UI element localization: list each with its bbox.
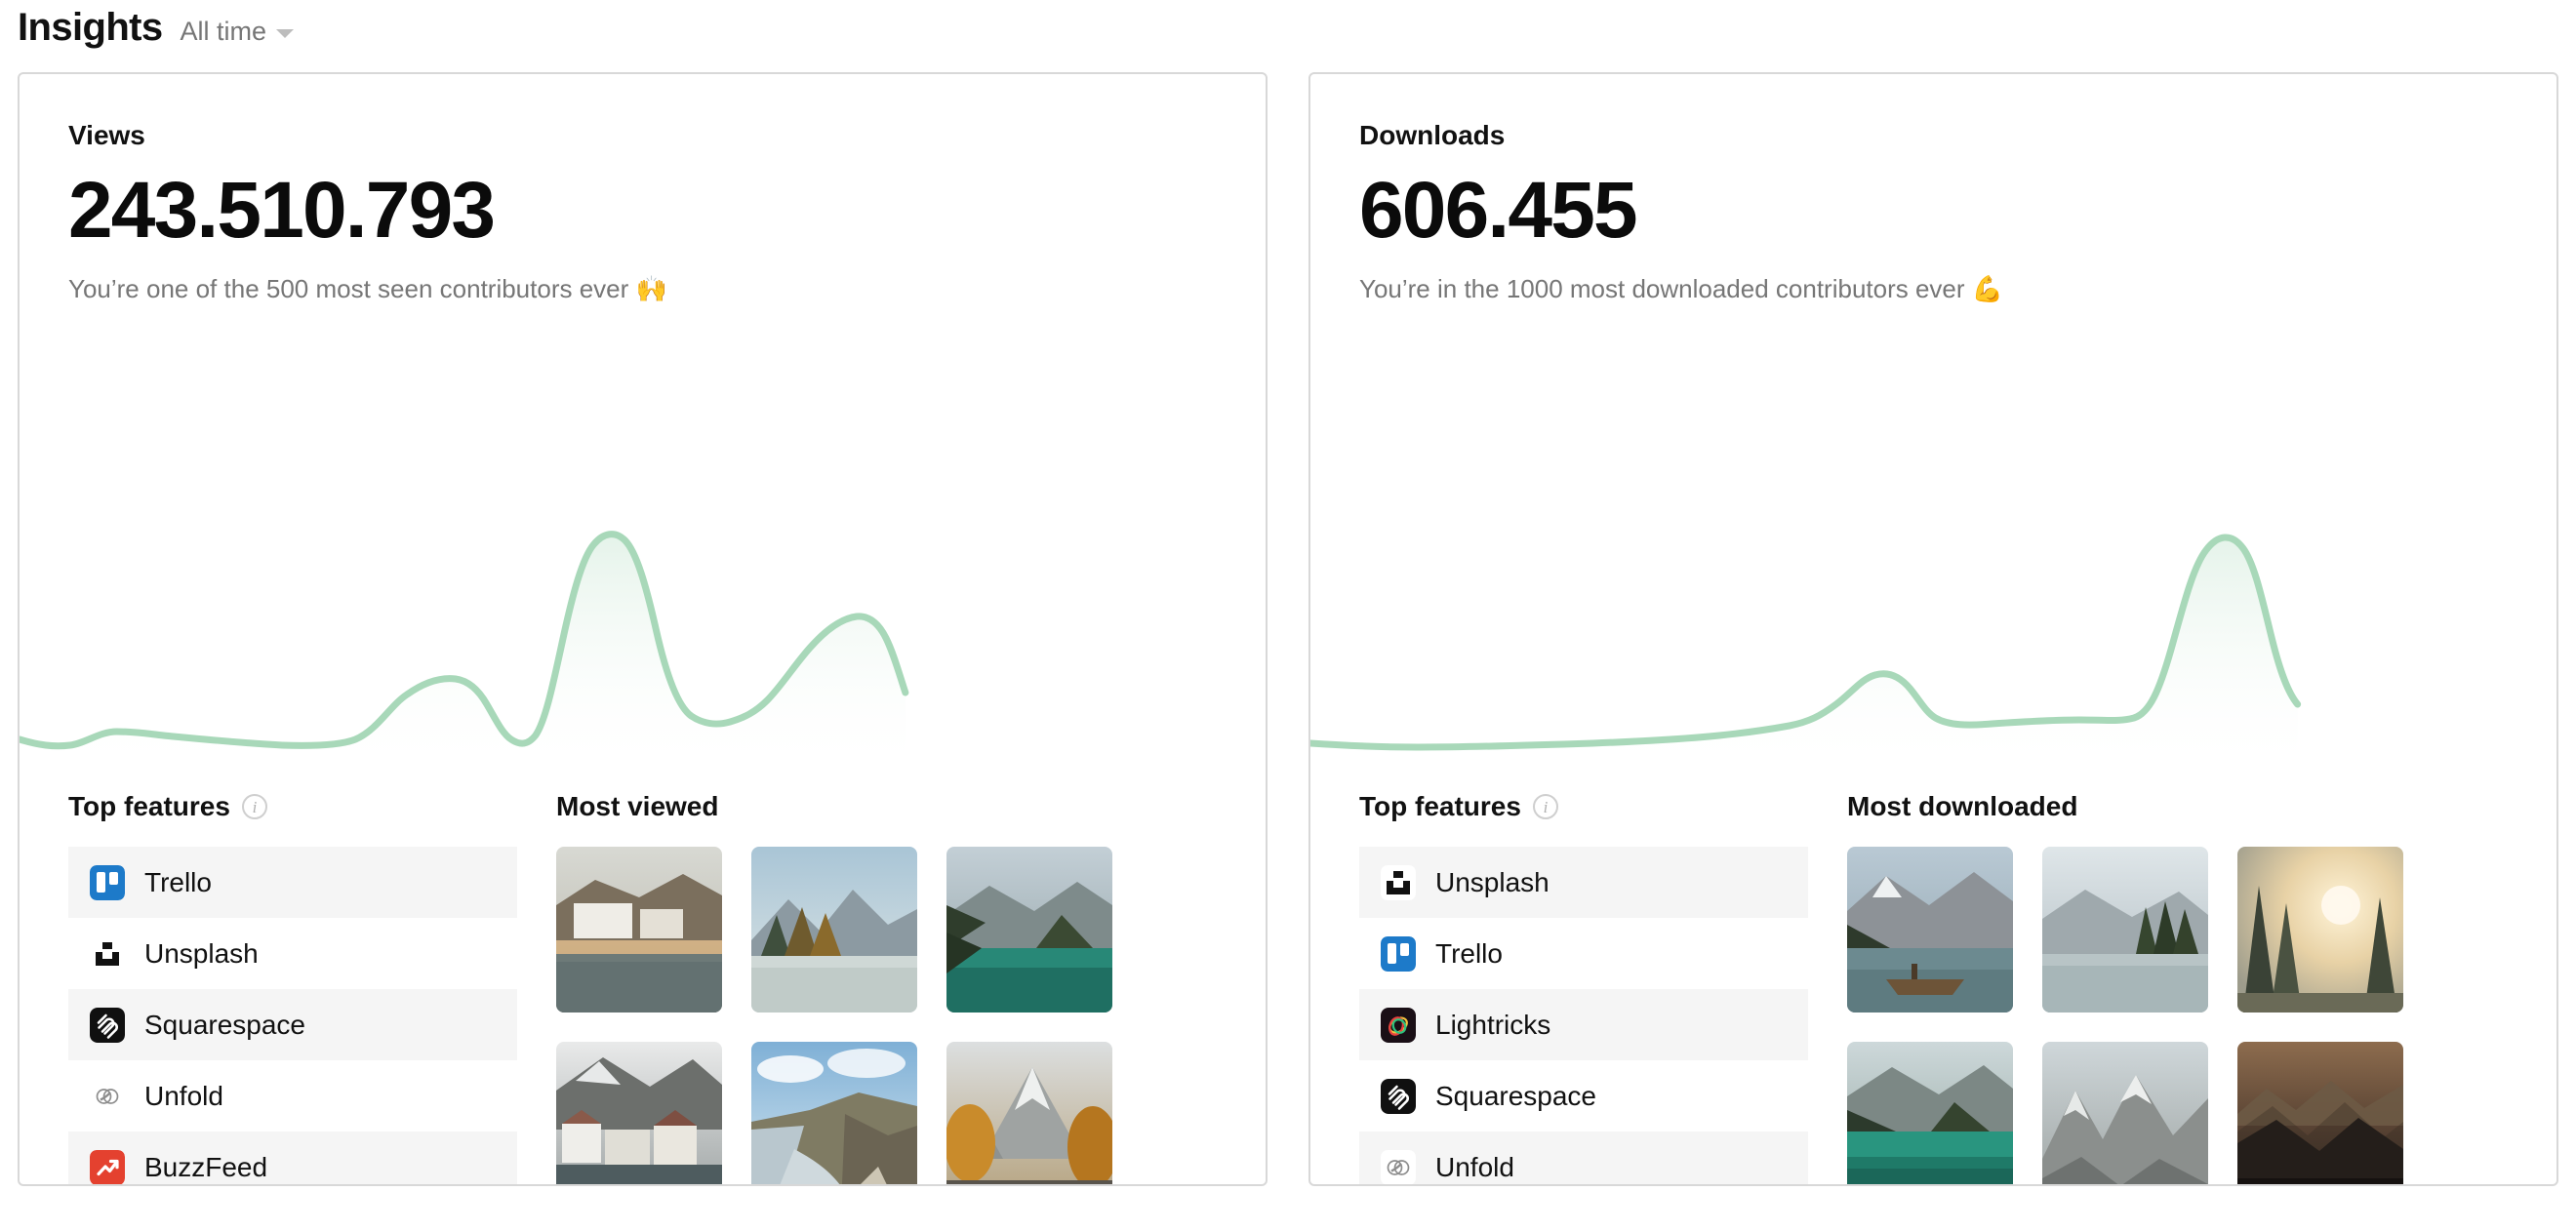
- views-card-columns: Top features i Trello Unsplash Squarespa…: [20, 784, 1266, 1184]
- metric-subtitle: You’re in the 1000 most downloaded contr…: [1359, 274, 2004, 304]
- views-card-header: Views 243.510.793 You’re one of the 500 …: [20, 74, 1266, 304]
- views-area-fill: [20, 534, 906, 767]
- sunrise-through-pines-thumbnail[interactable]: [2237, 847, 2403, 1013]
- downloads-card-header: Downloads 606.455 You’re in the 1000 mos…: [1310, 74, 2556, 304]
- lightricks-icon: [1381, 1007, 1416, 1043]
- feature-name: Unsplash: [1435, 866, 1550, 897]
- lakeside-village-autumn-thumbnail[interactable]: [556, 847, 722, 1013]
- feature-row[interactable]: Trello: [68, 847, 517, 918]
- feature-row[interactable]: Unsplash: [1359, 847, 1808, 918]
- views-card: Views 243.510.793 You’re one of the 500 …: [18, 72, 1268, 1186]
- chevron-down-icon: [276, 29, 295, 38]
- metric-label: Views: [68, 120, 145, 150]
- media-grid: [1847, 847, 2508, 1184]
- boat-on-mountain-lake-thumbnail[interactable]: [1847, 847, 2013, 1013]
- feature-row[interactable]: Unsplash: [68, 918, 517, 989]
- downloads-area-fill: [1310, 536, 2298, 767]
- views-sparkline-chart: [20, 484, 1266, 767]
- feature-row[interactable]: Lightricks: [1359, 989, 1808, 1060]
- most-viewed-heading: Most viewed: [556, 784, 1217, 829]
- rocky-peak-ridge-thumbnail[interactable]: [2042, 1042, 2208, 1184]
- media-grid: [556, 847, 1217, 1184]
- time-range-label: All time: [180, 17, 267, 46]
- feature-name: Squarespace: [144, 1009, 306, 1040]
- squarespace-icon: [1381, 1078, 1416, 1114]
- views-top-features: Top features i Trello Unsplash Squarespa…: [68, 784, 517, 1184]
- feature-name: Unfold: [1435, 1151, 1514, 1182]
- downloads-sparkline-chart: [1310, 484, 2556, 767]
- mountain-lake-pines-thumbnail[interactable]: [751, 847, 917, 1013]
- autumn-road-mountains-thumbnail[interactable]: [946, 1042, 1112, 1184]
- feature-list: Unsplash Trello Lightricks Squarespace U…: [1359, 847, 1808, 1184]
- unfold-icon: [90, 1078, 125, 1114]
- emerald-lake-forest-thumbnail[interactable]: [1847, 1042, 2013, 1184]
- time-range-dropdown[interactable]: All time: [181, 17, 295, 47]
- feature-row[interactable]: Squarespace: [68, 989, 517, 1060]
- unsplash-icon: [1381, 864, 1416, 900]
- turquoise-alpine-lake-thumbnail[interactable]: [946, 847, 1112, 1013]
- section-title: Top features: [68, 791, 230, 821]
- downloads-card: Downloads 606.455 You’re in the 1000 mos…: [1308, 72, 2558, 1186]
- metric-label: Downloads: [1359, 120, 1506, 150]
- metric-value: 606.455: [1359, 165, 1638, 255]
- views-line: [20, 531, 909, 750]
- metric-subtitle: You’re one of the 500 most seen contribu…: [68, 274, 667, 304]
- page-title: Insights: [18, 6, 163, 49]
- most-viewed-section: Most viewed: [556, 784, 1217, 1184]
- views-sparkline-svg: [20, 531, 909, 767]
- feature-row[interactable]: BuzzFeed: [68, 1132, 517, 1184]
- feature-name: BuzzFeed: [144, 1151, 268, 1182]
- feature-list: Trello Unsplash Squarespace Unfold BuzzF…: [68, 847, 517, 1184]
- trello-icon: [1381, 935, 1416, 972]
- downloads-top-features: Top features i Unsplash Trello Lightrick…: [1359, 784, 1808, 1184]
- section-title: Most viewed: [556, 791, 719, 821]
- dark-mountain-range-thumbnail[interactable]: [2237, 1042, 2403, 1184]
- feature-row[interactable]: Trello: [1359, 918, 1808, 989]
- top-features-heading: Top features i: [68, 784, 517, 829]
- feature-name: Trello: [1435, 937, 1503, 969]
- trello-icon: [90, 864, 125, 900]
- downloads-card-columns: Top features i Unsplash Trello Lightrick…: [1310, 784, 2556, 1184]
- section-title: Most downloaded: [1847, 791, 2078, 821]
- rocky-coastline-waves-thumbnail[interactable]: [751, 1042, 917, 1184]
- misty-forest-lake-thumbnail[interactable]: [2042, 847, 2208, 1013]
- insight-cards: Views 243.510.793 You’re one of the 500 …: [0, 60, 2576, 1186]
- feature-name: Unsplash: [144, 937, 259, 969]
- feature-row[interactable]: Unfold: [1359, 1132, 1808, 1184]
- info-icon[interactable]: i: [241, 794, 267, 819]
- unfold-icon: [1381, 1149, 1416, 1184]
- downloads-sparkline-svg: [1310, 534, 2302, 767]
- metric-value: 243.510.793: [68, 165, 496, 255]
- feature-name: Lightricks: [1435, 1009, 1551, 1040]
- insights-page: Insights All time Views 243.510.793 You’…: [0, 0, 2576, 1231]
- most-downloaded-heading: Most downloaded: [1847, 784, 2508, 829]
- section-title: Top features: [1359, 791, 1521, 821]
- feature-name: Unfold: [144, 1080, 223, 1111]
- buzzfeed-icon: [90, 1149, 125, 1184]
- downloads-line: [1310, 534, 2302, 751]
- feature-row[interactable]: Unfold: [68, 1060, 517, 1132]
- unsplash-icon: [90, 935, 125, 972]
- page-header: Insights All time: [0, 0, 2576, 60]
- most-downloaded-section: Most downloaded: [1847, 784, 2508, 1184]
- squarespace-icon: [90, 1007, 125, 1043]
- feature-row[interactable]: Squarespace: [1359, 1060, 1808, 1132]
- hallstatt-snow-village-thumbnail[interactable]: [556, 1042, 722, 1184]
- top-features-heading: Top features i: [1359, 784, 1808, 829]
- feature-name: Trello: [144, 866, 212, 897]
- feature-name: Squarespace: [1435, 1080, 1597, 1111]
- info-icon[interactable]: i: [1532, 794, 1558, 819]
